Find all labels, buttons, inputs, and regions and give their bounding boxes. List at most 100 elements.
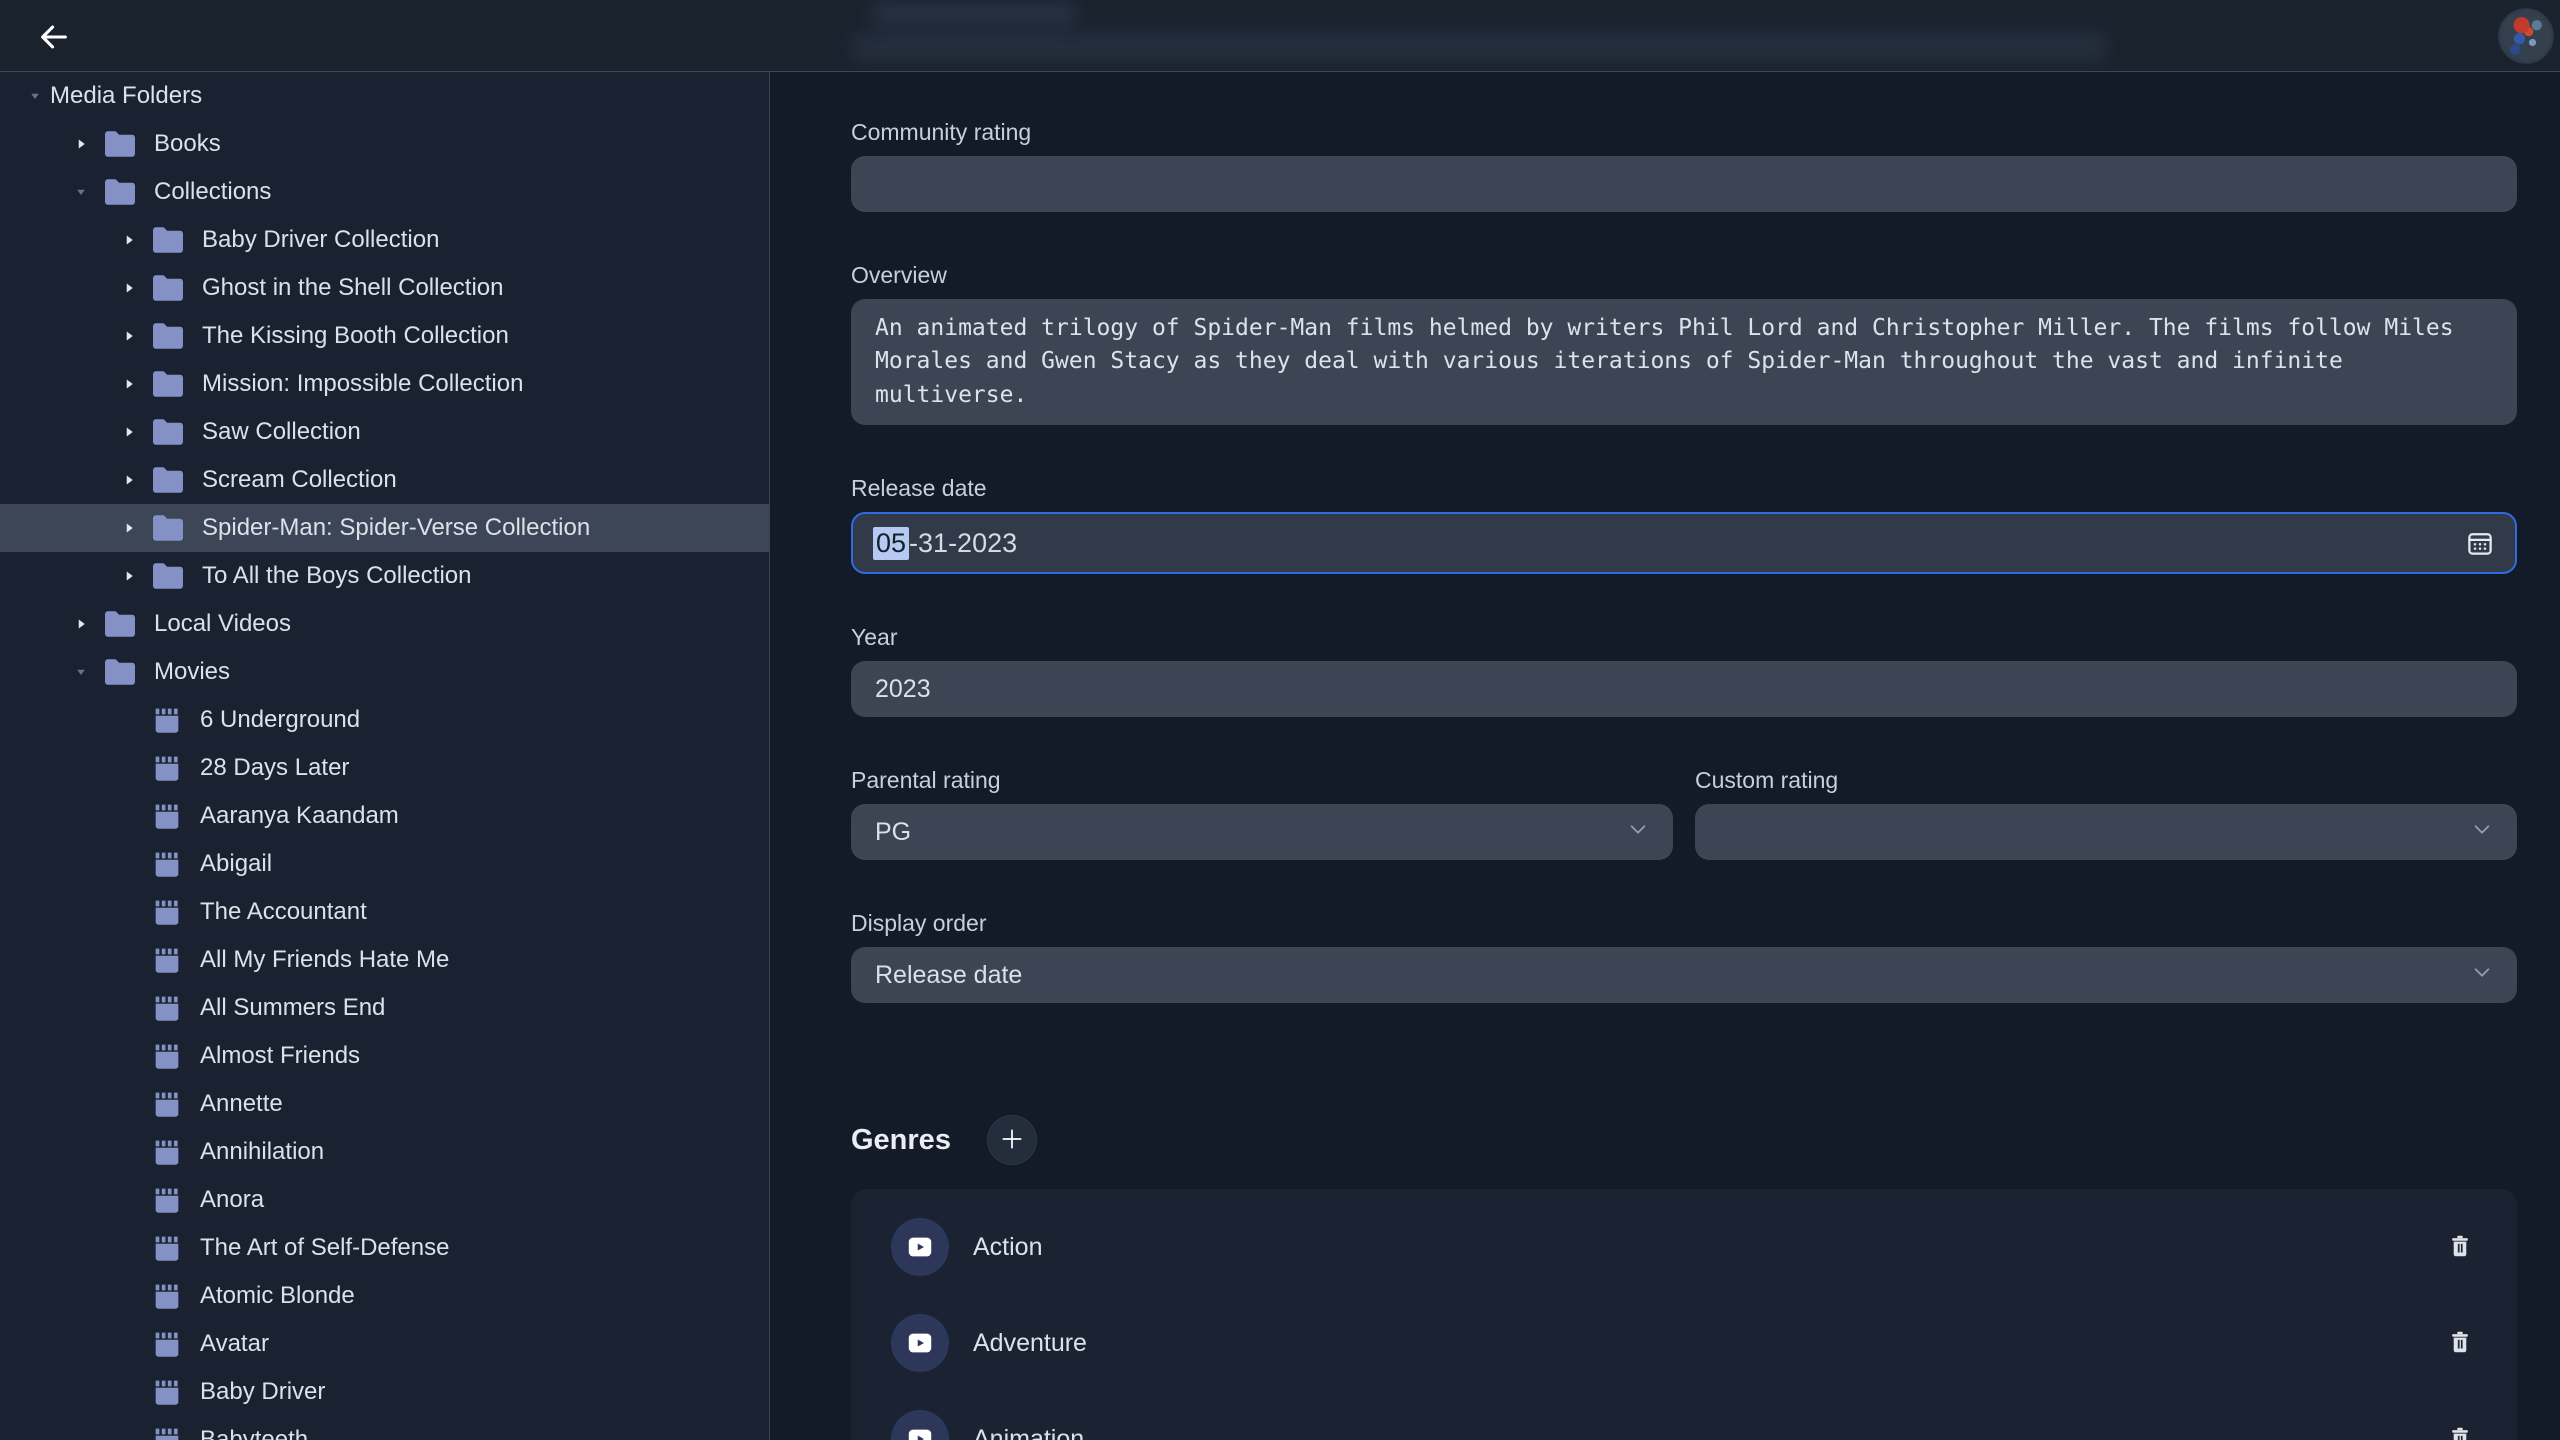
genre-row-action[interactable]: Action [851,1199,2517,1295]
caret-collapsed-icon[interactable] [66,615,96,633]
movie-icon [150,703,184,737]
overview-textarea[interactable]: An animated trilogy of Spider-Man films … [851,299,2517,425]
sidebar-item-label: Anora [200,1186,264,1214]
sidebar-item-all-summers-end[interactable]: All Summers End [0,984,769,1032]
sidebar-item-label: Media Folders [50,82,202,110]
sidebar-item-label: Mission: Impossible Collection [202,370,523,398]
delete-genre-button[interactable] [2447,1233,2473,1262]
sidebar-item-label: Aaranya Kaandam [200,802,399,830]
movie-icon [150,1039,184,1073]
folder-icon [102,657,138,687]
sidebar-item-atomic-blonde[interactable]: Atomic Blonde [0,1272,769,1320]
display-order-select[interactable]: Release date [851,947,2517,1003]
genres-title: Genres [851,1124,951,1157]
plus-icon [999,1126,1025,1155]
sidebar-item-6-underground[interactable]: 6 Underground [0,696,769,744]
delete-genre-button[interactable] [2447,1425,2473,1440]
sidebar-item-to-all-the-boys-collection[interactable]: To All the Boys Collection [0,552,769,600]
sidebar-item-label: Ghost in the Shell Collection [202,274,504,302]
sidebar-item-collections[interactable]: Collections [0,168,769,216]
caret-collapsed-icon[interactable] [114,519,144,537]
sidebar-item-local-videos[interactable]: Local Videos [0,600,769,648]
user-avatar[interactable] [2498,8,2554,64]
sidebar-item-the-art-of-self-defense[interactable]: The Art of Self-Defense [0,1224,769,1272]
sidebar-item-all-my-friends-hate-me[interactable]: All My Friends Hate Me [0,936,769,984]
caret-collapsed-icon[interactable] [66,135,96,153]
caret-expanded-icon[interactable] [66,183,96,201]
sidebar-item-avatar[interactable]: Avatar [0,1320,769,1368]
movie-icon [150,991,184,1025]
video-play-icon [891,1218,949,1276]
sidebar-item-label: Scream Collection [202,466,397,494]
sidebar-item-the-accountant[interactable]: The Accountant [0,888,769,936]
folder-icon [150,561,186,591]
sidebar-item-mission-impossible-collection[interactable]: Mission: Impossible Collection [0,360,769,408]
sidebar-item-label: 6 Underground [200,706,360,734]
parental-rating-label: Parental rating [851,767,1673,794]
app-header [0,0,2560,72]
movie-icon [150,1423,184,1440]
release-date-label: Release date [851,475,2517,502]
sidebar-item-saw-collection[interactable]: Saw Collection [0,408,769,456]
caret-collapsed-icon[interactable] [114,279,144,297]
caret-expanded-icon[interactable] [20,87,50,105]
delete-genre-button[interactable] [2447,1329,2473,1358]
sidebar-item-label: Avatar [200,1330,269,1358]
display-order-label: Display order [851,910,2517,937]
caret-collapsed-icon[interactable] [114,471,144,489]
sidebar-item-annihilation[interactable]: Annihilation [0,1128,769,1176]
custom-rating-label: Custom rating [1695,767,2517,794]
sidebar-item-spider-man-spider-verse-collection[interactable]: Spider-Man: Spider-Verse Collection [0,504,769,552]
sidebar-item-the-kissing-booth-collection[interactable]: The Kissing Booth Collection [0,312,769,360]
sidebar-item-movies[interactable]: Movies [0,648,769,696]
movie-icon [150,1183,184,1217]
genre-label: Animation [973,1425,1084,1440]
caret-expanded-icon[interactable] [66,663,96,681]
sidebar-item-anora[interactable]: Anora [0,1176,769,1224]
folder-icon [150,417,186,447]
header-blur-artifact [872,2,1077,26]
sidebar-item-ghost-in-the-shell-collection[interactable]: Ghost in the Shell Collection [0,264,769,312]
calendar-icon[interactable] [2465,528,2495,558]
sidebar-item-almost-friends[interactable]: Almost Friends [0,1032,769,1080]
sidebar-item-babyteeth[interactable]: Babyteeth [0,1416,769,1440]
sidebar-item-label: Books [154,130,221,158]
chevron-down-icon [1627,818,1649,847]
caret-collapsed-icon[interactable] [114,567,144,585]
sidebar-item-media-folders[interactable]: Media Folders [0,72,769,120]
community-rating-input[interactable] [851,156,2517,212]
sidebar-item-books[interactable]: Books [0,120,769,168]
sidebar-item-baby-driver-collection[interactable]: Baby Driver Collection [0,216,769,264]
movie-icon [150,1375,184,1409]
sidebar-item-abigail[interactable]: Abigail [0,840,769,888]
add-genre-button[interactable] [987,1115,1037,1165]
release-date-input[interactable]: 05-31-2023 [851,512,2517,574]
caret-collapsed-icon[interactable] [114,327,144,345]
date-month-segment[interactable]: 05 [873,527,909,560]
caret-collapsed-icon[interactable] [114,423,144,441]
folder-icon [150,321,186,351]
caret-collapsed-icon[interactable] [114,375,144,393]
folder-icon [102,129,138,159]
movie-icon [150,847,184,881]
year-input[interactable]: 2023 [851,661,2517,717]
date-rest-segment[interactable]: -31-2023 [909,528,1017,559]
sidebar-item-label: Annette [200,1090,283,1118]
genre-row-animation[interactable]: Animation [851,1391,2517,1440]
genre-row-adventure[interactable]: Adventure [851,1295,2517,1391]
parental-rating-select[interactable]: PG [851,804,1673,860]
sidebar-item-annette[interactable]: Annette [0,1080,769,1128]
back-button[interactable] [34,18,74,58]
video-play-icon [891,1410,949,1440]
sidebar-item-baby-driver[interactable]: Baby Driver [0,1368,769,1416]
display-order-group: Display order Release date [851,910,2517,1003]
folder-icon [102,177,138,207]
sidebar-item-aaranya-kaandam[interactable]: Aaranya Kaandam [0,792,769,840]
custom-rating-select[interactable] [1695,804,2517,860]
movie-icon [150,1279,184,1313]
caret-collapsed-icon[interactable] [114,231,144,249]
sidebar-item-label: Baby Driver Collection [202,226,439,254]
sidebar-item-label: All My Friends Hate Me [200,946,449,974]
sidebar-item-28-days-later[interactable]: 28 Days Later [0,744,769,792]
sidebar-item-scream-collection[interactable]: Scream Collection [0,456,769,504]
